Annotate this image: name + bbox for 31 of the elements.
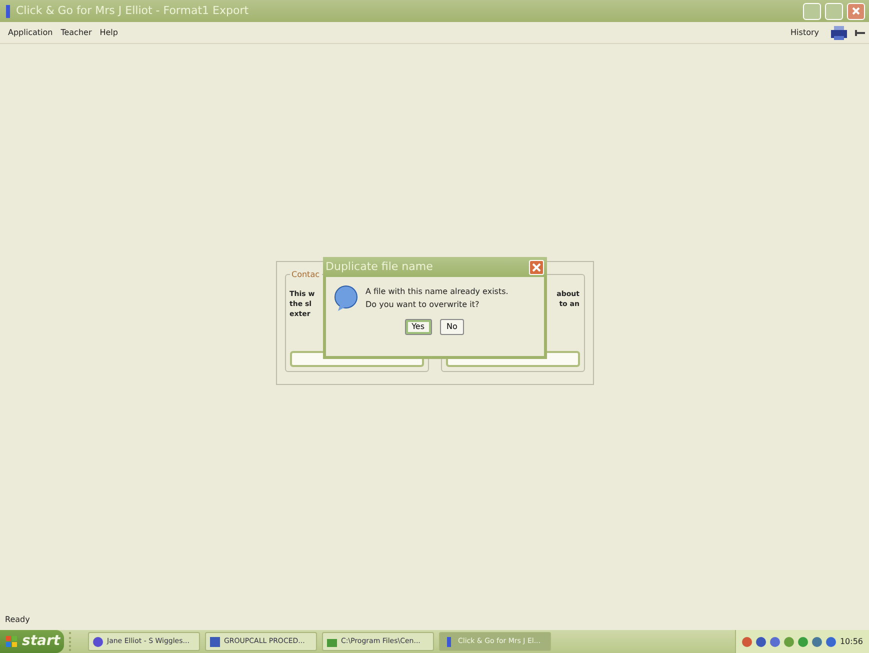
message-text: A file with this name already exists. (366, 286, 508, 298)
minimize-button[interactable] (803, 2, 821, 20)
close-button[interactable] (847, 2, 865, 20)
maximize-button[interactable] (825, 2, 843, 20)
tray-icon (756, 636, 766, 646)
printer-icon (831, 26, 847, 40)
status-text: Ready (4, 614, 31, 626)
no-button[interactable]: No (440, 319, 464, 335)
windows-logo-icon (6, 636, 18, 648)
tray-icon (826, 636, 836, 646)
app-icon (444, 636, 454, 646)
document-icon (210, 636, 220, 646)
tray-icon (798, 636, 808, 646)
folder-icon (327, 636, 337, 646)
close-button[interactable] (528, 260, 544, 274)
yes-button[interactable]: Yes (404, 319, 432, 335)
tray-icon (770, 636, 780, 646)
tray-icon (742, 636, 752, 646)
close-icon (532, 262, 540, 272)
tray-icon (784, 636, 794, 646)
app-icon (4, 4, 12, 18)
dialog-title: Duplicate file name (326, 258, 433, 275)
clock-text: 10:56 (840, 636, 863, 648)
close-icon (852, 7, 860, 15)
history-menu[interactable]: History (786, 24, 823, 40)
menu-item[interactable]: Help (96, 24, 122, 40)
tray-icon (812, 636, 822, 646)
menu-item[interactable]: Application (4, 24, 57, 40)
window-title: Click & Go for Mrs J Elliot - Format1 Export (16, 2, 249, 19)
message-text: Do you want to overwrite it? (366, 299, 480, 311)
menu-item[interactable]: Teacher (56, 24, 96, 40)
